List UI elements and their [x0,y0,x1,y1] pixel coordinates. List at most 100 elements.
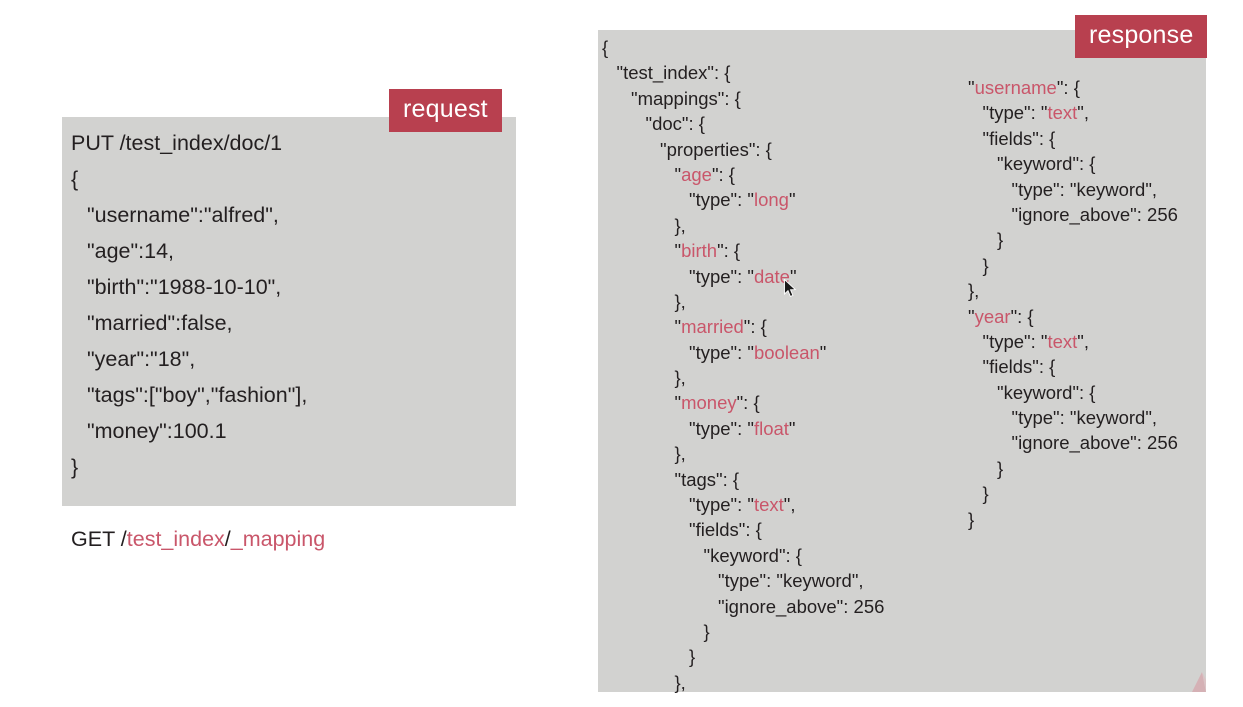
response-code-right-column: "username": {"type": "text", "fields": {"… [968,75,1178,532]
code-token: "type": " [689,494,754,516]
code-line: "birth":"1988-10-10", [71,269,510,305]
code-line: "age": { [602,162,884,187]
code-line: "keyword": { [602,543,884,568]
code-line: } [968,253,1178,278]
code-token: ": { [717,240,741,262]
code-token: ": { [743,316,767,338]
code-token: year [974,305,1011,327]
code-line: "username":"alfred", [71,197,510,233]
code-token: } [982,254,989,276]
response-badge: response [1075,15,1208,58]
code-token: birth [681,240,718,262]
code-line: "married": { [602,314,884,339]
code-token: age [681,163,712,185]
code-line: "ignore_above": 256 [968,430,1178,455]
code-token: " [788,417,796,439]
code-token: } [997,457,1004,479]
code-line: "doc": { [602,111,884,136]
code-line: "fields": { [968,126,1178,151]
code-token: text [1047,102,1078,124]
code-line: "money":100.1 [71,413,510,449]
code-token: _mapping [230,527,326,551]
code-line: "type": "text", [968,100,1178,125]
code-line: } [602,644,884,669]
code-token: "ignore_above": 256 [1011,432,1178,454]
code-token: "year":"18", [87,347,196,371]
code-line: } [602,619,884,644]
code-token: " [789,265,797,287]
code-line: "test_index": { [602,60,884,85]
code-line: "tags": { [602,467,884,492]
code-token: "username":"alfred", [87,203,279,227]
code-token: date [753,265,790,287]
code-token: } [982,483,989,505]
code-line: }, [602,441,884,466]
code-line: "type": "long" [602,187,884,212]
code-line: "type": "float" [602,416,884,441]
code-token: }, [968,280,980,302]
code-token: "tags":["boy","fashion"], [87,383,308,407]
code-token: test_index [126,527,225,551]
code-token: "age":14, [87,239,174,263]
code-token: "properties": { [660,138,772,160]
code-token: ": { [1056,77,1080,98]
code-token: PUT /test_index/doc/1 [71,131,283,155]
code-line: }, [602,213,884,238]
code-line: "fields": { [602,517,884,542]
code-token: long [753,189,789,211]
code-line: "type": "boolean" [602,340,884,365]
code-line: "type": "keyword", [968,177,1178,202]
code-line: "money": { [602,390,884,415]
code-token: " [788,189,796,211]
code-token: }, [674,443,686,465]
code-line: "mappings": { [602,86,884,111]
code-token: }, [674,671,686,693]
code-token: float [753,417,789,439]
code-token: "birth":"1988-10-10", [87,275,282,299]
corner-watermark-icon [1162,658,1206,692]
code-line: } [71,449,510,485]
code-token: "type": "keyword", [1011,178,1158,200]
code-line: "username": { [968,75,1178,100]
code-token: "keyword": { [997,153,1096,175]
code-line: "type": "keyword", [968,405,1178,430]
code-token: ": { [736,392,760,414]
code-line: "tags":["boy","fashion"], [71,377,510,413]
code-line: "age":14, [71,233,510,269]
code-token: "married":false, [87,311,233,335]
code-token: } [71,455,79,479]
code-line: "type": "date" [602,264,884,289]
code-token: "fields": { [982,356,1056,378]
code-token: }, [674,214,686,236]
code-token: "keyword": { [703,544,802,566]
code-token: "type": " [689,189,754,211]
code-token: { [602,37,609,58]
code-line: }, [968,278,1178,303]
request-code-block: PUT /test_index/doc/1 { "username":"alfred… [71,125,510,557]
code-token: ", [1077,330,1089,352]
code-line: }, [602,365,884,390]
code-line: "fields": { [968,354,1178,379]
code-token: "type": " [982,330,1048,352]
code-line: { [71,161,510,197]
code-token: ": { [711,163,735,185]
code-token: money [681,392,737,414]
code-token: "fields": { [689,519,762,541]
code-line: "year": { [968,304,1178,329]
code-token: "type": " [689,265,754,287]
code-token: "doc": { [645,113,705,135]
code-line: "keyword": { [968,380,1178,405]
code-token: "fields": { [982,127,1056,149]
code-token: username [974,77,1057,98]
code-line: "married":false, [71,305,510,341]
code-line: "properties": { [602,137,884,162]
code-token: } [997,229,1004,251]
code-token: "type": "keyword", [718,570,864,592]
code-token: ", [1077,102,1089,124]
code-token: " [819,341,827,363]
code-token: "test_index": { [616,62,731,84]
code-token: text [753,494,784,516]
code-line: "type": "text", [602,492,884,517]
code-line: } [968,481,1178,506]
code-token: "type": " [689,417,754,439]
